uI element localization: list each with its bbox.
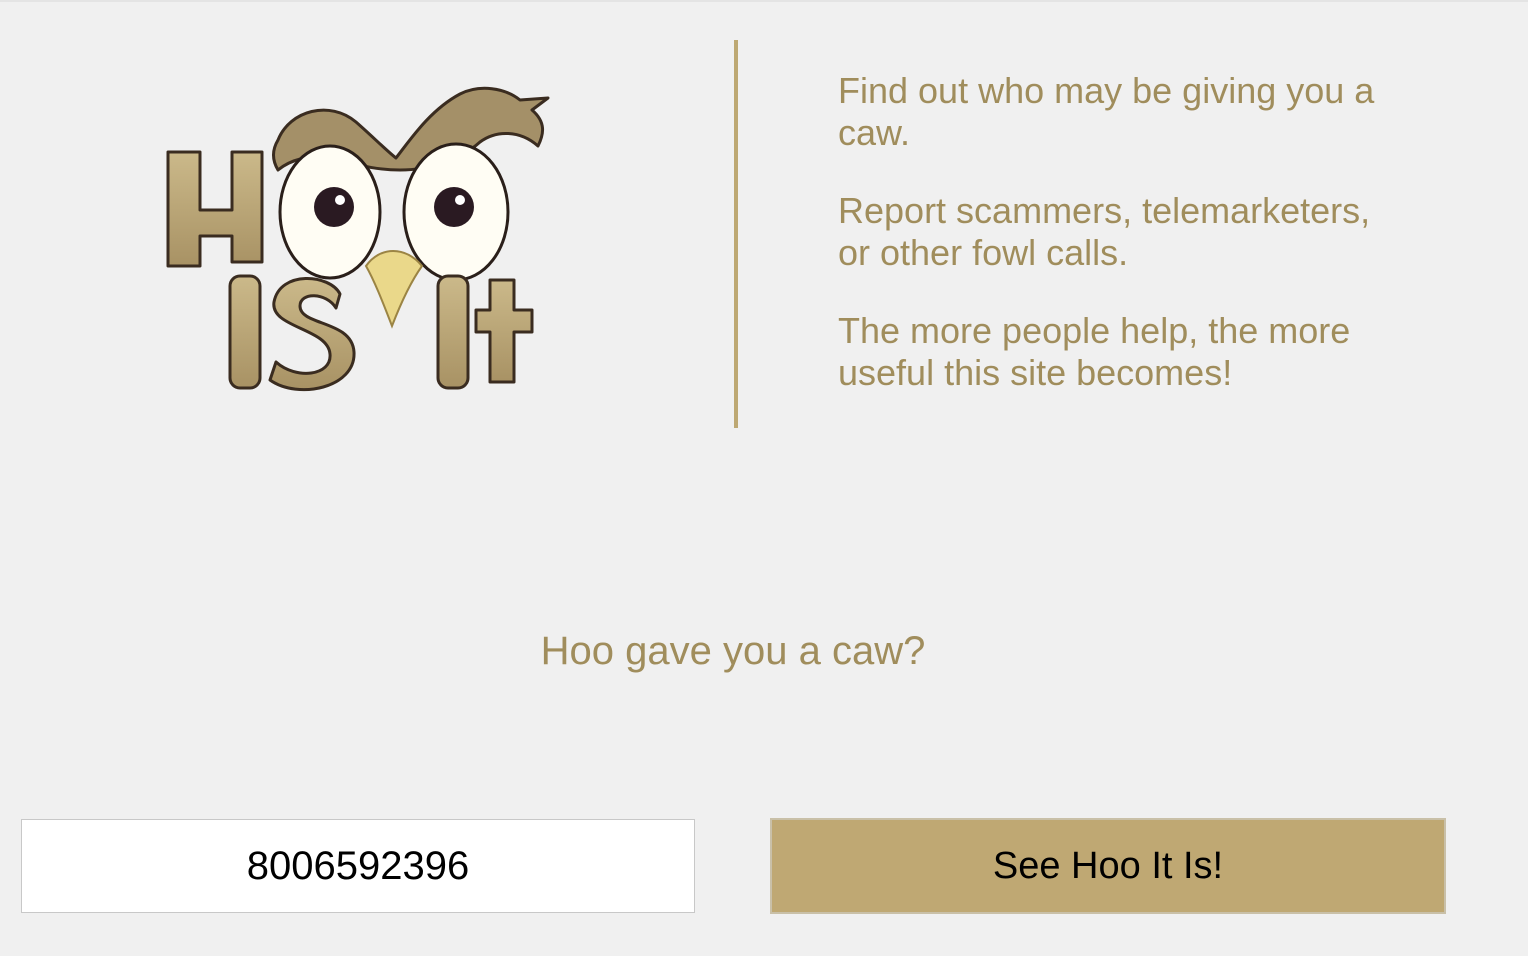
intro-line-find-out: Find out who may be giving you a caw.: [838, 70, 1375, 153]
vertical-divider: [734, 40, 738, 428]
lookup-question: Hoo gave you a caw?: [540, 629, 926, 673]
intro-text: Find out who may be giving you a caw. Re…: [838, 70, 1398, 430]
intro-line-help: The more people help, the more useful th…: [838, 310, 1351, 393]
intro-line-report: Report scammers, telemarketers, or other…: [838, 190, 1371, 273]
phone-number-input[interactable]: [21, 819, 695, 913]
page: Find out who may be giving you a caw. Re…: [0, 0, 1528, 956]
owl-icon: [166, 86, 550, 392]
hoo-is-it-logo: [160, 70, 560, 400]
see-hoo-it-is-button[interactable]: See Hoo It Is!: [770, 818, 1446, 914]
top-border: [0, 0, 1528, 2]
